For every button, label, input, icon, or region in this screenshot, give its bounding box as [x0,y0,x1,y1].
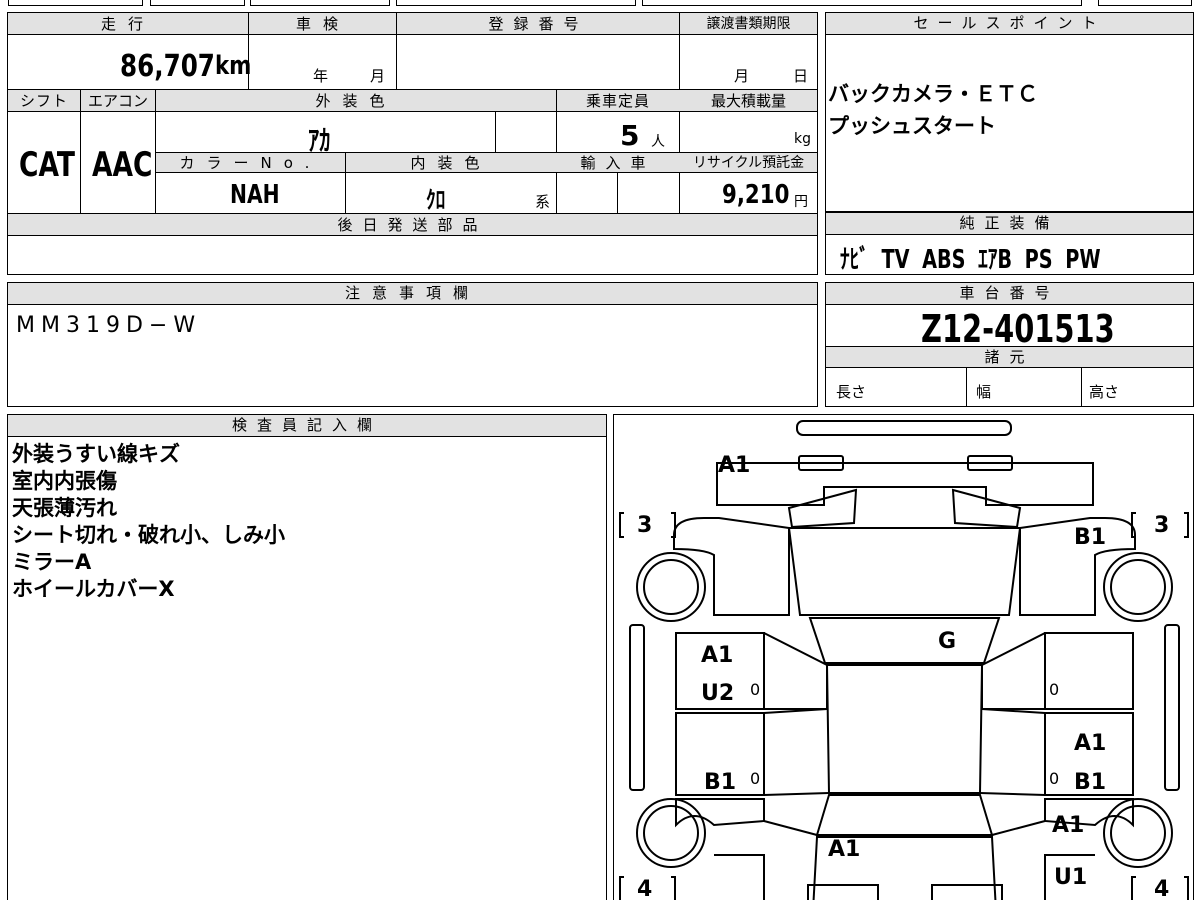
later-parts-label: 後日発送部品 [337,216,488,234]
notes-box: 注意事項欄 MM319D−W [7,282,818,407]
recycle-fee-value: 9,210 [722,180,790,210]
notes-text: MM319D−W [16,313,202,338]
sales-point-line-1: バックカメラ・ＥＴＣ [828,82,1038,106]
capacity-label: 乗車定員 [585,92,650,110]
inspector-line: 室内内張傷 [12,469,117,493]
notes-header: 注意事項欄 [8,283,817,305]
sales-point-header: セールスポイント [826,13,1193,35]
aircon-label: エアコン [87,92,148,110]
aircon-value: AAC [92,145,153,185]
inspector-header: 検査員記入欄 [8,415,606,437]
color-no-label: カラーNo. [179,154,322,172]
chassis-box: 車台番号 Z12-401513 諸元 長さ 幅 高さ [825,282,1194,407]
transfer-month: 月 [734,67,750,85]
sales-point-line-2: プッシュスタート [828,114,996,138]
exterior-color-label: 外装色 [315,92,397,110]
small-mark: 0 [1049,769,1060,788]
capacity-value: 5 [620,119,640,152]
small-mark: 0 [1049,680,1060,699]
inspector-line: シート切れ・破れ小、しみ小 [12,523,285,547]
interior-color-value: ｸﾛ [426,186,446,214]
capacity-unit: 人 [651,134,665,150]
interior-suffix: 系 [535,193,551,211]
import-label: 輸入車 [580,154,656,172]
transfer-deadline-label: 譲渡書類期限 [706,16,791,32]
inspector-line: 外装うすい線キズ [12,442,180,466]
mileage-unit: km [215,51,252,81]
top-strip [0,0,1200,8]
vehicle-info-table: 走行 車検 登録番号 譲渡書類期限 86,707 km 年 月 月 日 シフト … [7,12,818,275]
inspector-lines: 外装うすい線キズ 室内内張傷 天張薄汚れ シート切れ・破れ小、しみ小 ミラーA … [12,441,285,603]
mileage-label: 走行 [100,15,155,33]
mark-right-front-fender: B1 [1074,525,1107,550]
inspector-line: ホイールカバーX [12,577,175,601]
mark-right-rear-door-2: B1 [1074,770,1107,795]
chassis-number: Z12-401513 [921,307,1115,351]
shift-value: CAT [19,145,76,185]
inspector-box: 検査員記入欄 外装うすい線キズ 室内内張傷 天張薄汚れ シート切れ・破れ小、しみ… [7,414,607,900]
equipment-text: ﾅﾋﾞ TV ABS ｴｱB PS PW [840,245,1101,275]
registration-label: 登録番号 [488,15,589,33]
mark-left-front-door-1: A1 [701,643,734,668]
inspection-label: 車検 [295,15,350,33]
shift-label: シフト [19,92,68,110]
small-mark: 0 [750,680,761,699]
recycle-fee-label: リサイクル預託金 [692,155,805,171]
inspection-year: 年 [313,67,329,85]
inspector-line: ミラーA [12,550,92,574]
mark-left-rear-door: B1 [704,770,737,795]
tire-rear-right: 4 [1154,877,1170,900]
equipment-header: 純正装備 [826,213,1193,235]
spec-height: 高さ [1089,383,1120,401]
mark-right-rear-door-1: A1 [1074,731,1107,756]
mileage-value: 86,707 [120,49,215,84]
mark-right-rear-quarter: A1 [1052,813,1085,838]
sales-point-box: セールスポイント バックカメラ・ＥＴＣ プッシュスタート [825,12,1194,212]
spec-width: 幅 [976,383,992,401]
mark-front: A1 [718,453,751,478]
color-no-value: NAH [230,180,280,210]
interior-color-label: 内装色 [410,154,492,172]
mark-roof: G [938,629,957,654]
mark-rear: A1 [828,837,861,862]
tire-front-right: 3 [1154,513,1170,538]
inspector-line: 天張薄汚れ [12,496,117,520]
max-load-label: 最大積載量 [710,92,786,110]
recycle-fee-unit: 円 [794,194,808,210]
inspection-month: 月 [370,67,386,85]
spec-length: 長さ [836,383,867,401]
tire-front-left: 3 [637,513,653,538]
mark-right-rear-bottom: U1 [1054,865,1088,890]
max-load-unit: kg [794,131,811,147]
chassis-header: 車台番号 [826,283,1193,305]
small-mark: 0 [750,769,761,788]
transfer-day: 日 [793,67,809,85]
car-diagram: A1 B1 G A1 U2 B1 A1 B1 A1 U1 A1 0 0 0 0 … [613,414,1194,900]
mark-left-front-door-2: U2 [701,681,735,706]
specs-header: 諸元 [826,347,1193,368]
equipment-box: 純正装備 ﾅﾋﾞ TV ABS ｴｱB PS PW [825,212,1194,275]
tire-rear-left: 4 [637,877,653,900]
